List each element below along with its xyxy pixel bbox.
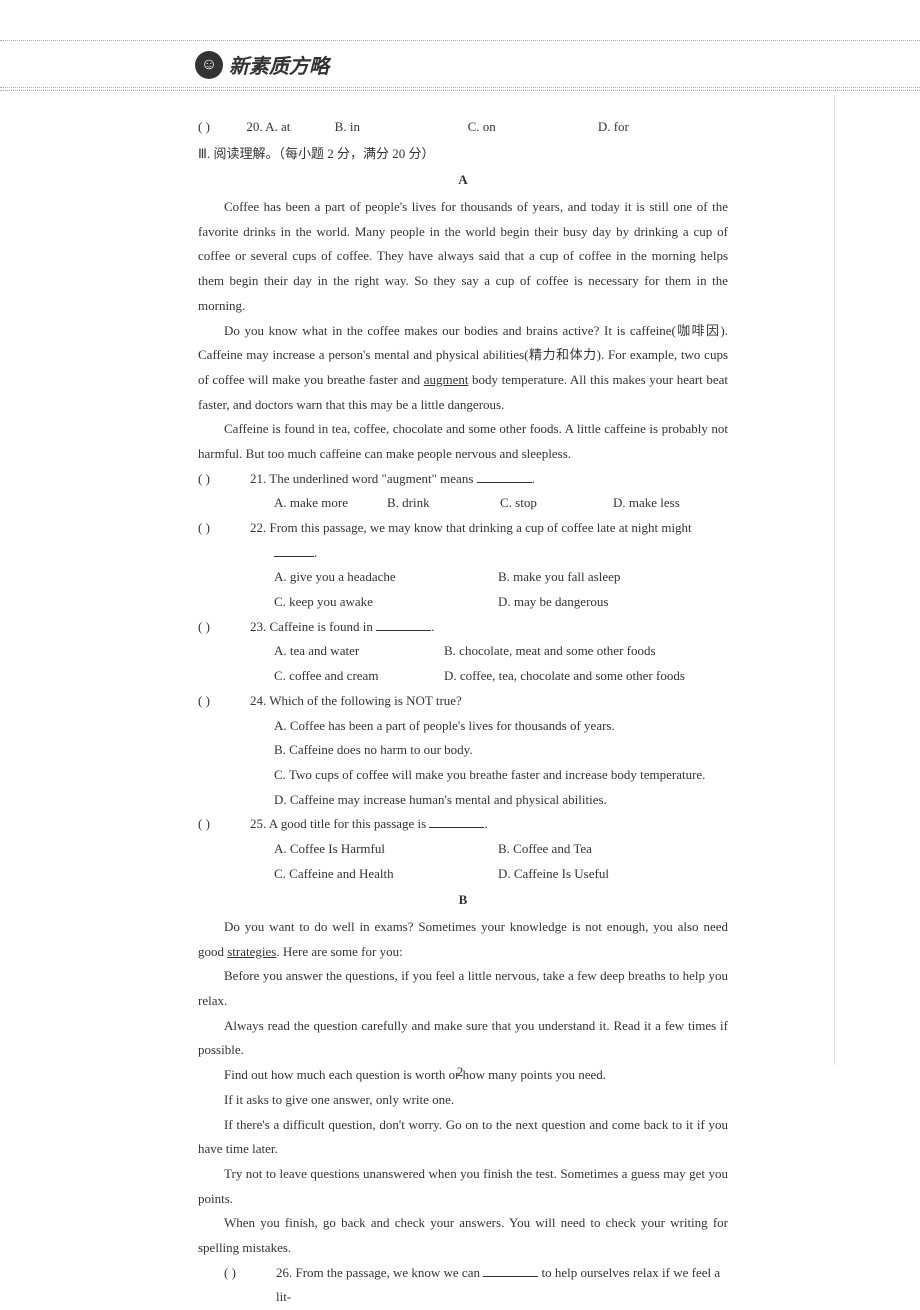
option-a: 20. A. at (246, 115, 334, 140)
page-edge (834, 95, 835, 1065)
option-b: B. drink (387, 491, 500, 516)
underlined-word: strategies (227, 944, 276, 959)
question-24: ( ) 24. Which of the following is NOT tr… (198, 689, 728, 714)
option-a: A. give you a headache (274, 565, 498, 590)
option-a: A. Coffee has been a part of people's li… (198, 714, 728, 739)
passage-b-p7: Try not to leave questions unanswered wh… (198, 1162, 728, 1211)
question-21: ( ) 21. The underlined word "augment" me… (198, 467, 728, 492)
section-3-title: Ⅲ. 阅读理解。（每小题 2 分，满分 20 分） (198, 142, 728, 167)
q25-options-row2: C. Caffeine and Health D. Caffeine Is Us… (198, 862, 728, 887)
option-d: D. make less (613, 491, 726, 516)
q23-options-row1: A. tea and water B. chocolate, meat and … (198, 639, 728, 664)
option-d: D. for (598, 115, 728, 140)
passage-b-p3: Always read the question carefully and m… (198, 1014, 728, 1063)
option-c: C. Caffeine and Health (274, 862, 498, 887)
answer-blank[interactable]: ( ) (198, 615, 250, 640)
answer-blank[interactable]: ( ) (198, 689, 250, 714)
option-d: D. Caffeine Is Useful (498, 862, 609, 887)
header-logo: ☺ 新素质方略 (195, 50, 329, 79)
q22-options-row2: C. keep you awake D. may be dangerous (198, 590, 728, 615)
passage-a-label: A (198, 168, 728, 193)
option-a: A. Coffee Is Harmful (274, 837, 498, 862)
option-b: B. chocolate, meat and some other foods (444, 639, 656, 664)
answer-blank[interactable]: ( ) (198, 467, 250, 492)
question-22: ( ) 22. From this passage, we may know t… (198, 516, 728, 541)
passage-a-p1: Coffee has been a part of people's lives… (198, 195, 728, 318)
passage-a-p2: Do you know what in the coffee makes our… (198, 319, 728, 418)
question-23: ( ) 23. Caffeine is found in . (198, 615, 728, 640)
option-b: B. in (335, 115, 468, 140)
logo-text: 新素质方略 (229, 50, 329, 79)
q23-options-row2: C. coffee and cream D. coffee, tea, choc… (198, 664, 728, 689)
passage-b-p8: When you finish, go back and check your … (198, 1211, 728, 1260)
passage-b-p5: If it asks to give one answer, only writ… (198, 1088, 728, 1113)
option-c: C. coffee and cream (274, 664, 444, 689)
option-b: B. Coffee and Tea (498, 837, 592, 862)
answer-blank[interactable]: ( ) (224, 1261, 276, 1310)
option-c: C. stop (500, 491, 613, 516)
option-d: D. coffee, tea, chocolate and some other… (444, 664, 685, 689)
passage-a-p3: Caffeine is found in tea, coffee, chocol… (198, 417, 728, 466)
q25-options-row1: A. Coffee Is Harmful B. Coffee and Tea (198, 837, 728, 862)
question-20: ( ) 20. A. at B. in C. on D. for (198, 115, 728, 140)
q22-options-row1: A. give you a headache B. make you fall … (198, 565, 728, 590)
passage-b-p1: Do you want to do well in exams? Sometim… (198, 915, 728, 964)
page-content: ( ) 20. A. at B. in C. on D. for Ⅲ. 阅读理解… (198, 115, 728, 1310)
option-c: C. keep you awake (274, 590, 498, 615)
answer-blank[interactable]: ( ) (198, 516, 250, 541)
option-d: D. may be dangerous (498, 590, 608, 615)
question-25: ( ) 25. A good title for this passage is… (198, 812, 728, 837)
option-a: A. make more (274, 491, 387, 516)
option-c: C. Two cups of coffee will make you brea… (198, 763, 728, 788)
logo-icon: ☺ (195, 51, 223, 79)
underlined-word: augment (424, 372, 469, 387)
option-b: B. Caffeine does no harm to our body. (198, 738, 728, 763)
passage-b-label: B (198, 888, 728, 913)
option-a: A. tea and water (274, 639, 444, 664)
page-number: 2 (0, 1064, 920, 1080)
q21-options: A. make more B. drink C. stop D. make le… (198, 491, 728, 516)
question-26: ( ) 26. From the passage, we know we can… (198, 1261, 728, 1310)
answer-blank[interactable]: ( ) (198, 115, 246, 140)
answer-blank[interactable]: ( ) (198, 812, 250, 837)
passage-b-p2: Before you answer the questions, if you … (198, 964, 728, 1013)
option-d: D. Caffeine may increase human's mental … (198, 788, 728, 813)
passage-b-p6: If there's a difficult question, don't w… (198, 1113, 728, 1162)
option-b: B. make you fall asleep (498, 565, 620, 590)
option-c: C. on (468, 115, 598, 140)
